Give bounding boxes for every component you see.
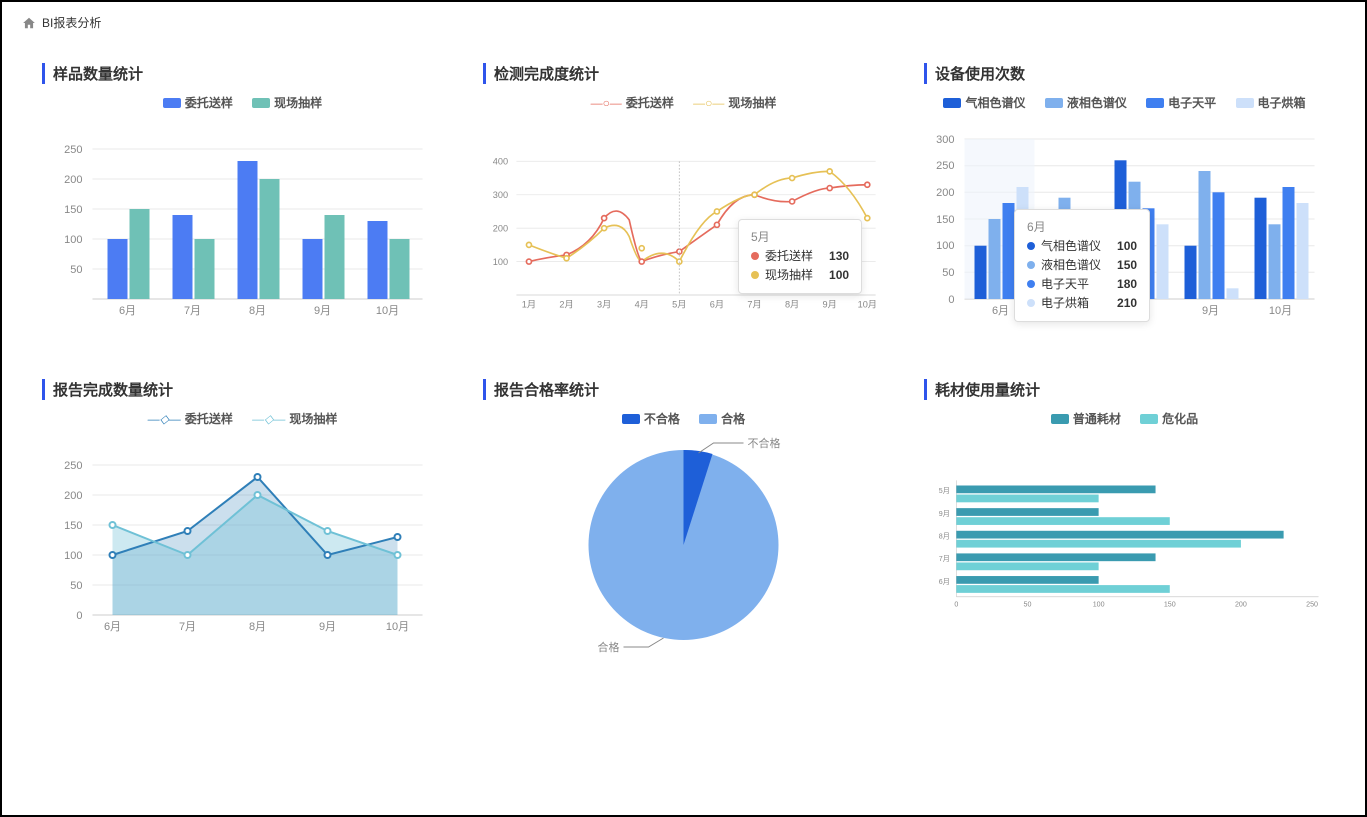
svg-text:100: 100: [64, 550, 82, 562]
svg-text:150: 150: [64, 520, 82, 532]
svg-text:9月: 9月: [319, 621, 336, 633]
svg-text:9月: 9月: [314, 305, 331, 317]
legend: 普通耗材 危化品: [924, 410, 1325, 427]
svg-text:150: 150: [936, 214, 954, 226]
svg-text:50: 50: [70, 580, 82, 592]
svg-text:0: 0: [954, 600, 958, 608]
svg-text:300: 300: [936, 134, 954, 146]
card-report-complete: 报告完成数量统计 —◇— 委托送样 —◇— 现场抽样 250 200 150 1…: [32, 369, 453, 665]
hbar-chart: 5月 9月 8月 7月 6月 0 50 100 150 200 250: [924, 435, 1325, 655]
svg-text:4月: 4月: [635, 300, 649, 310]
svg-text:200: 200: [493, 224, 508, 234]
card-device-usage: 设备使用次数 气相色谱仪 液相色谱仪 电子天平 电子烘箱 300 250 200…: [914, 53, 1335, 349]
svg-text:6月: 6月: [939, 578, 950, 586]
svg-text:200: 200: [64, 174, 82, 186]
legend: 气相色谱仪 液相色谱仪 电子天平 电子烘箱: [924, 94, 1325, 111]
svg-text:10月: 10月: [1269, 305, 1292, 317]
svg-text:0: 0: [948, 294, 954, 306]
svg-text:250: 250: [64, 460, 82, 472]
svg-text:7月: 7月: [747, 300, 761, 310]
chart-title: 检测完成度统计: [483, 63, 884, 84]
chart-title: 样品数量统计: [42, 63, 443, 84]
bar-chart: 300 250 200 150 100 50 0 6月7月8月9月10月 6月 …: [924, 119, 1325, 339]
svg-text:3月: 3月: [597, 300, 611, 310]
svg-text:250: 250: [64, 144, 82, 156]
svg-text:50: 50: [1024, 600, 1032, 608]
svg-text:9月: 9月: [823, 300, 837, 310]
card-consumable-usage: 耗材使用量统计 普通耗材 危化品 5月 9月 8月 7月 6月 0 50 100 150 200…: [914, 369, 1335, 665]
home-icon: [22, 16, 36, 30]
svg-text:6月: 6月: [119, 305, 136, 317]
svg-text:0: 0: [76, 610, 82, 622]
svg-text:1月: 1月: [522, 300, 536, 310]
svg-text:250: 250: [936, 160, 954, 172]
legend: —◇— 委托送样 —◇— 现场抽样: [42, 410, 443, 427]
chart-title: 耗材使用量统计: [924, 379, 1325, 400]
svg-text:200: 200: [64, 490, 82, 502]
card-report-pass-rate: 报告合格率统计 不合格 合格 不合格 合格: [473, 369, 894, 665]
svg-text:6月: 6月: [710, 300, 724, 310]
svg-text:7月: 7月: [939, 555, 950, 563]
svg-text:8月: 8月: [1132, 305, 1149, 317]
svg-text:8月: 8月: [249, 621, 266, 633]
legend: 委托送样 现场抽样: [42, 94, 443, 111]
svg-text:8月: 8月: [939, 533, 950, 541]
chart-title: 报告完成数量统计: [42, 379, 443, 400]
svg-text:10月: 10月: [376, 305, 399, 317]
svg-text:100: 100: [1093, 600, 1105, 608]
svg-text:10月: 10月: [858, 300, 877, 310]
svg-text:5月: 5月: [672, 300, 686, 310]
svg-text:6月: 6月: [992, 305, 1009, 317]
page-title: BI报表分析: [42, 14, 101, 31]
area-chart: 250 200 150 100 50 0 6月 7月 8月 9月 10月: [42, 435, 443, 655]
chart-title: 设备使用次数: [924, 63, 1325, 84]
svg-text:7月: 7月: [1062, 305, 1079, 317]
svg-text:10月: 10月: [386, 621, 409, 633]
bar-chart: 250 200 150 100 50 6月 7月 8月 9月 10月: [42, 119, 443, 339]
svg-text:400: 400: [493, 157, 508, 167]
svg-text:50: 50: [70, 264, 82, 276]
chart-title: 报告合格率统计: [483, 379, 884, 400]
card-sample-count: 样品数量统计 委托送样 现场抽样 250 200 150 100 50 6月 7月…: [32, 53, 453, 349]
svg-text:150: 150: [64, 204, 82, 216]
svg-text:不合格: 不合格: [748, 436, 781, 450]
svg-text:50: 50: [942, 267, 954, 279]
svg-text:2月: 2月: [559, 300, 573, 310]
svg-text:300: 300: [493, 190, 508, 200]
card-detection-complete: 检测完成度统计 —○— 委托送样 —○— 现场抽样 400 300 200 10…: [473, 53, 894, 349]
legend: —○— 委托送样 —○— 现场抽样: [483, 94, 884, 111]
svg-text:100: 100: [493, 257, 508, 267]
svg-text:100: 100: [936, 240, 954, 252]
svg-text:7月: 7月: [179, 621, 196, 633]
svg-text:合格: 合格: [598, 640, 620, 654]
legend: 不合格 合格: [483, 410, 884, 427]
svg-text:9月: 9月: [1202, 305, 1219, 317]
svg-text:8月: 8月: [249, 305, 266, 317]
breadcrumb: BI报表分析: [2, 2, 1365, 43]
svg-text:6月: 6月: [104, 621, 121, 633]
svg-text:8月: 8月: [785, 300, 799, 310]
svg-text:150: 150: [1164, 600, 1176, 608]
pie-chart: 不合格 合格: [483, 435, 884, 655]
svg-text:100: 100: [64, 234, 82, 246]
svg-text:5月: 5月: [939, 487, 950, 495]
svg-text:200: 200: [936, 187, 954, 199]
svg-text:7月: 7月: [184, 305, 201, 317]
line-chart: 400 300 200 100 1月2月3月4月5月6月7月8月9月10月 5月…: [483, 119, 884, 339]
svg-text:250: 250: [1306, 600, 1318, 608]
svg-text:200: 200: [1235, 600, 1247, 608]
svg-text:9月: 9月: [939, 510, 950, 518]
